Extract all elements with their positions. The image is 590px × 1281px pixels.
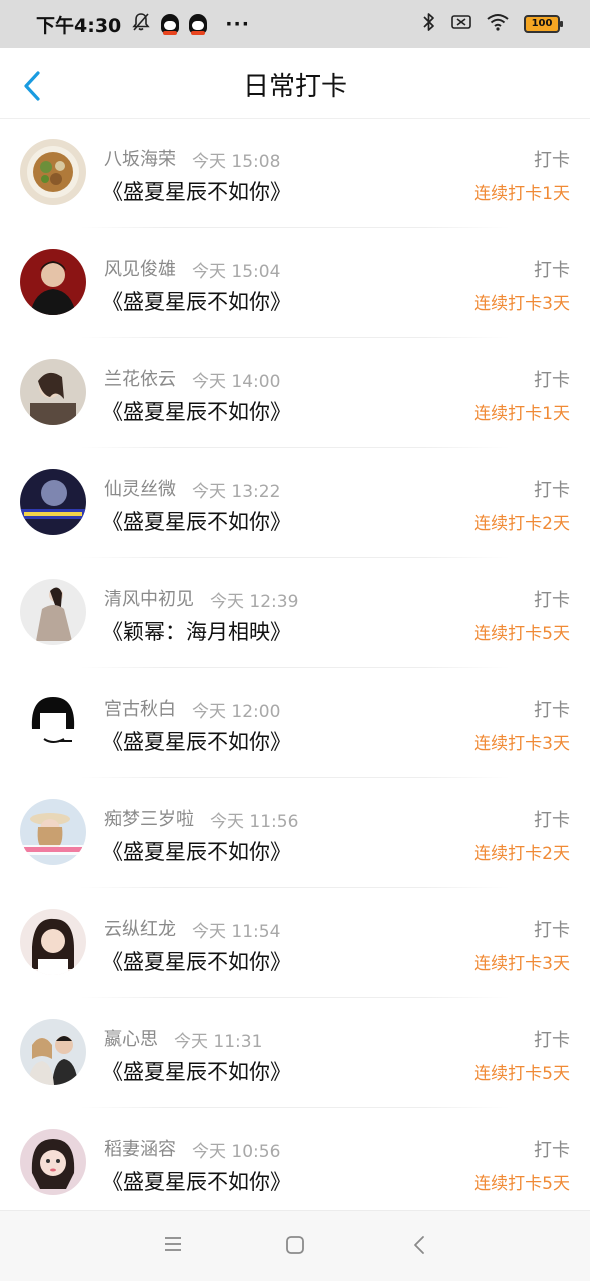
- streak-badge: 连续打卡2天: [474, 514, 570, 534]
- status-right: 100: [422, 12, 563, 36]
- mute-bell-icon: [131, 12, 151, 37]
- checkin-label: 打卡: [534, 480, 570, 501]
- user-name[interactable]: 痴梦三岁啦: [104, 805, 194, 831]
- user-name[interactable]: 嬴心思: [104, 1025, 158, 1051]
- checkin-list: 八坂海荣 今天 15:08 《盛夏星辰不如你》 打卡 连续打卡1天 风见俊雄 今天 15:0…: [0, 118, 590, 1218]
- checkin-time: 今天 13:22: [192, 482, 281, 502]
- food-plate-avatar[interactable]: [20, 139, 86, 205]
- girl-pink-avatar[interactable]: [20, 1129, 86, 1195]
- list-item[interactable]: 兰花依云 今天 14:00 《盛夏星辰不如你》 打卡连续打卡1天: [0, 338, 590, 448]
- back-triangle-icon: [414, 1236, 424, 1254]
- bluetooth-icon: [422, 12, 436, 36]
- book-title[interactable]: 《盛夏星辰不如你》: [102, 176, 291, 206]
- status-bar: 下午4:30 ··· 100: [0, 0, 590, 48]
- book-title[interactable]: 《盛夏星辰不如你》: [102, 286, 291, 316]
- status-time: 下午4:30: [36, 14, 122, 37]
- couple-avatar[interactable]: [20, 1019, 86, 1085]
- wifi-icon: [486, 13, 510, 35]
- user-name[interactable]: 宫古秋白: [104, 695, 176, 721]
- status-left: 下午4:30 ···: [36, 11, 250, 38]
- streak-badge: 连续打卡5天: [474, 624, 570, 644]
- more-dots: ···: [225, 13, 250, 35]
- page-title: 日常打卡: [242, 72, 347, 102]
- man-portrait-avatar[interactable]: [20, 249, 86, 315]
- user-name[interactable]: 风见俊雄: [104, 255, 176, 281]
- user-name[interactable]: 稻妻涵容: [104, 1135, 176, 1161]
- checkin-time: 今天 15:08: [192, 152, 281, 172]
- dress-figure-avatar[interactable]: [20, 579, 86, 645]
- book-title[interactable]: 《盛夏星辰不如你》: [102, 396, 291, 426]
- list-item[interactable]: 嬴心思 今天 11:31 《盛夏星辰不如你》 打卡连续打卡5天: [0, 998, 590, 1108]
- book-title[interactable]: 《盛夏星辰不如你》: [102, 946, 291, 976]
- checkin-time: 今天 11:56: [210, 812, 299, 832]
- user-name[interactable]: 云纵红龙: [104, 915, 176, 941]
- checkin-label: 打卡: [534, 1140, 570, 1161]
- qq-icon: [189, 14, 208, 35]
- checkin-label: 打卡: [534, 590, 570, 611]
- list-item[interactable]: 痴梦三岁啦 今天 11:56 《盛夏星辰不如你》 打卡连续打卡2天: [0, 778, 590, 888]
- black-hair-cartoon-avatar[interactable]: [20, 689, 86, 755]
- checkin-label: 打卡: [534, 920, 570, 941]
- book-title[interactable]: 《盛夏星辰不如你》: [102, 1056, 291, 1086]
- checkin-time: 今天 12:00: [192, 702, 281, 722]
- list-item[interactable]: 风见俊雄 今天 15:04 《盛夏星辰不如你》 打卡连续打卡3天: [0, 228, 590, 338]
- girl-sepia-avatar[interactable]: [20, 359, 86, 425]
- list-item[interactable]: 八坂海荣 今天 15:08 《盛夏星辰不如你》 打卡连续打卡1天: [0, 118, 590, 228]
- checkin-label: 打卡: [534, 1030, 570, 1051]
- user-name[interactable]: 仙灵丝微: [104, 475, 176, 501]
- checkin-time: 今天 12:39: [210, 592, 299, 612]
- book-title[interactable]: 《盛夏星辰不如你》: [102, 836, 291, 866]
- streak-badge: 连续打卡3天: [474, 734, 570, 754]
- checkin-label: 打卡: [534, 150, 570, 171]
- book-title[interactable]: 《颖幂：海月相映》: [102, 616, 291, 646]
- girl-hat-avatar[interactable]: [20, 799, 86, 865]
- list-item[interactable]: 云纵红龙 今天 11:54 《盛夏星辰不如你》 打卡连续打卡3天: [0, 888, 590, 998]
- checkin-time: 今天 11:54: [192, 922, 281, 942]
- book-title[interactable]: 《盛夏星辰不如你》: [102, 1166, 291, 1196]
- checkin-time: 今天 15:04: [192, 262, 281, 282]
- book-title[interactable]: 《盛夏星辰不如你》: [102, 726, 291, 756]
- list-item[interactable]: 宫古秋白 今天 12:00 《盛夏星辰不如你》 打卡连续打卡3天: [0, 668, 590, 778]
- battery-icon: 100: [524, 15, 563, 33]
- streak-badge: 连续打卡1天: [474, 184, 570, 204]
- streak-badge: 连续打卡3天: [474, 294, 570, 314]
- checkin-time: 今天 11:31: [174, 1032, 263, 1052]
- qq-icon: [161, 14, 180, 35]
- user-name[interactable]: 兰花依云: [104, 365, 176, 391]
- menu-button[interactable]: [163, 1235, 183, 1257]
- girl-selfie-avatar[interactable]: [20, 909, 86, 975]
- streak-badge: 连续打卡5天: [474, 1174, 570, 1194]
- checkin-time: 今天 10:56: [192, 1142, 281, 1162]
- home-button[interactable]: [285, 1235, 305, 1259]
- back-nav-button[interactable]: [411, 1235, 427, 1259]
- header: 日常打卡: [0, 48, 590, 119]
- dark-banner-avatar[interactable]: [20, 469, 86, 535]
- book-title[interactable]: 《盛夏星辰不如你》: [102, 506, 291, 536]
- streak-badge: 连续打卡3天: [474, 954, 570, 974]
- streak-badge: 连续打卡1天: [474, 404, 570, 424]
- list-item[interactable]: 稻妻涵容 今天 10:56 《盛夏星辰不如你》 打卡连续打卡5天: [0, 1108, 590, 1218]
- checkin-time: 今天 14:00: [192, 372, 281, 392]
- system-nav-bar: [0, 1210, 590, 1281]
- checkin-label: 打卡: [534, 260, 570, 281]
- list-item[interactable]: 仙灵丝微 今天 13:22 《盛夏星辰不如你》 打卡连续打卡2天: [0, 448, 590, 558]
- sim-off-icon: [450, 13, 472, 35]
- checkin-label: 打卡: [534, 700, 570, 721]
- checkin-label: 打卡: [534, 810, 570, 831]
- home-square-icon: [286, 1236, 304, 1254]
- streak-badge: 连续打卡5天: [474, 1064, 570, 1084]
- list-item[interactable]: 清风中初见 今天 12:39 《颖幂：海月相映》 打卡连续打卡5天: [0, 558, 590, 668]
- menu-icon: [165, 1237, 181, 1251]
- checkin-label: 打卡: [534, 370, 570, 391]
- user-name[interactable]: 八坂海荣: [104, 145, 176, 171]
- user-name[interactable]: 清风中初见: [104, 585, 194, 611]
- streak-badge: 连续打卡2天: [474, 844, 570, 864]
